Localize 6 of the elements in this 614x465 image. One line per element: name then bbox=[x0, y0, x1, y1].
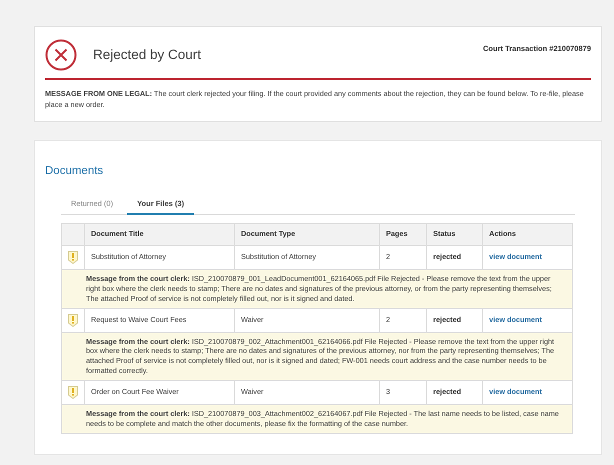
warning-icon bbox=[68, 251, 78, 264]
section-title: Documents bbox=[45, 164, 104, 179]
notice-title: Rejected by Court bbox=[93, 46, 202, 64]
warning-icon bbox=[68, 386, 78, 399]
warning-icon bbox=[68, 314, 78, 327]
rejected-icon bbox=[45, 39, 77, 71]
